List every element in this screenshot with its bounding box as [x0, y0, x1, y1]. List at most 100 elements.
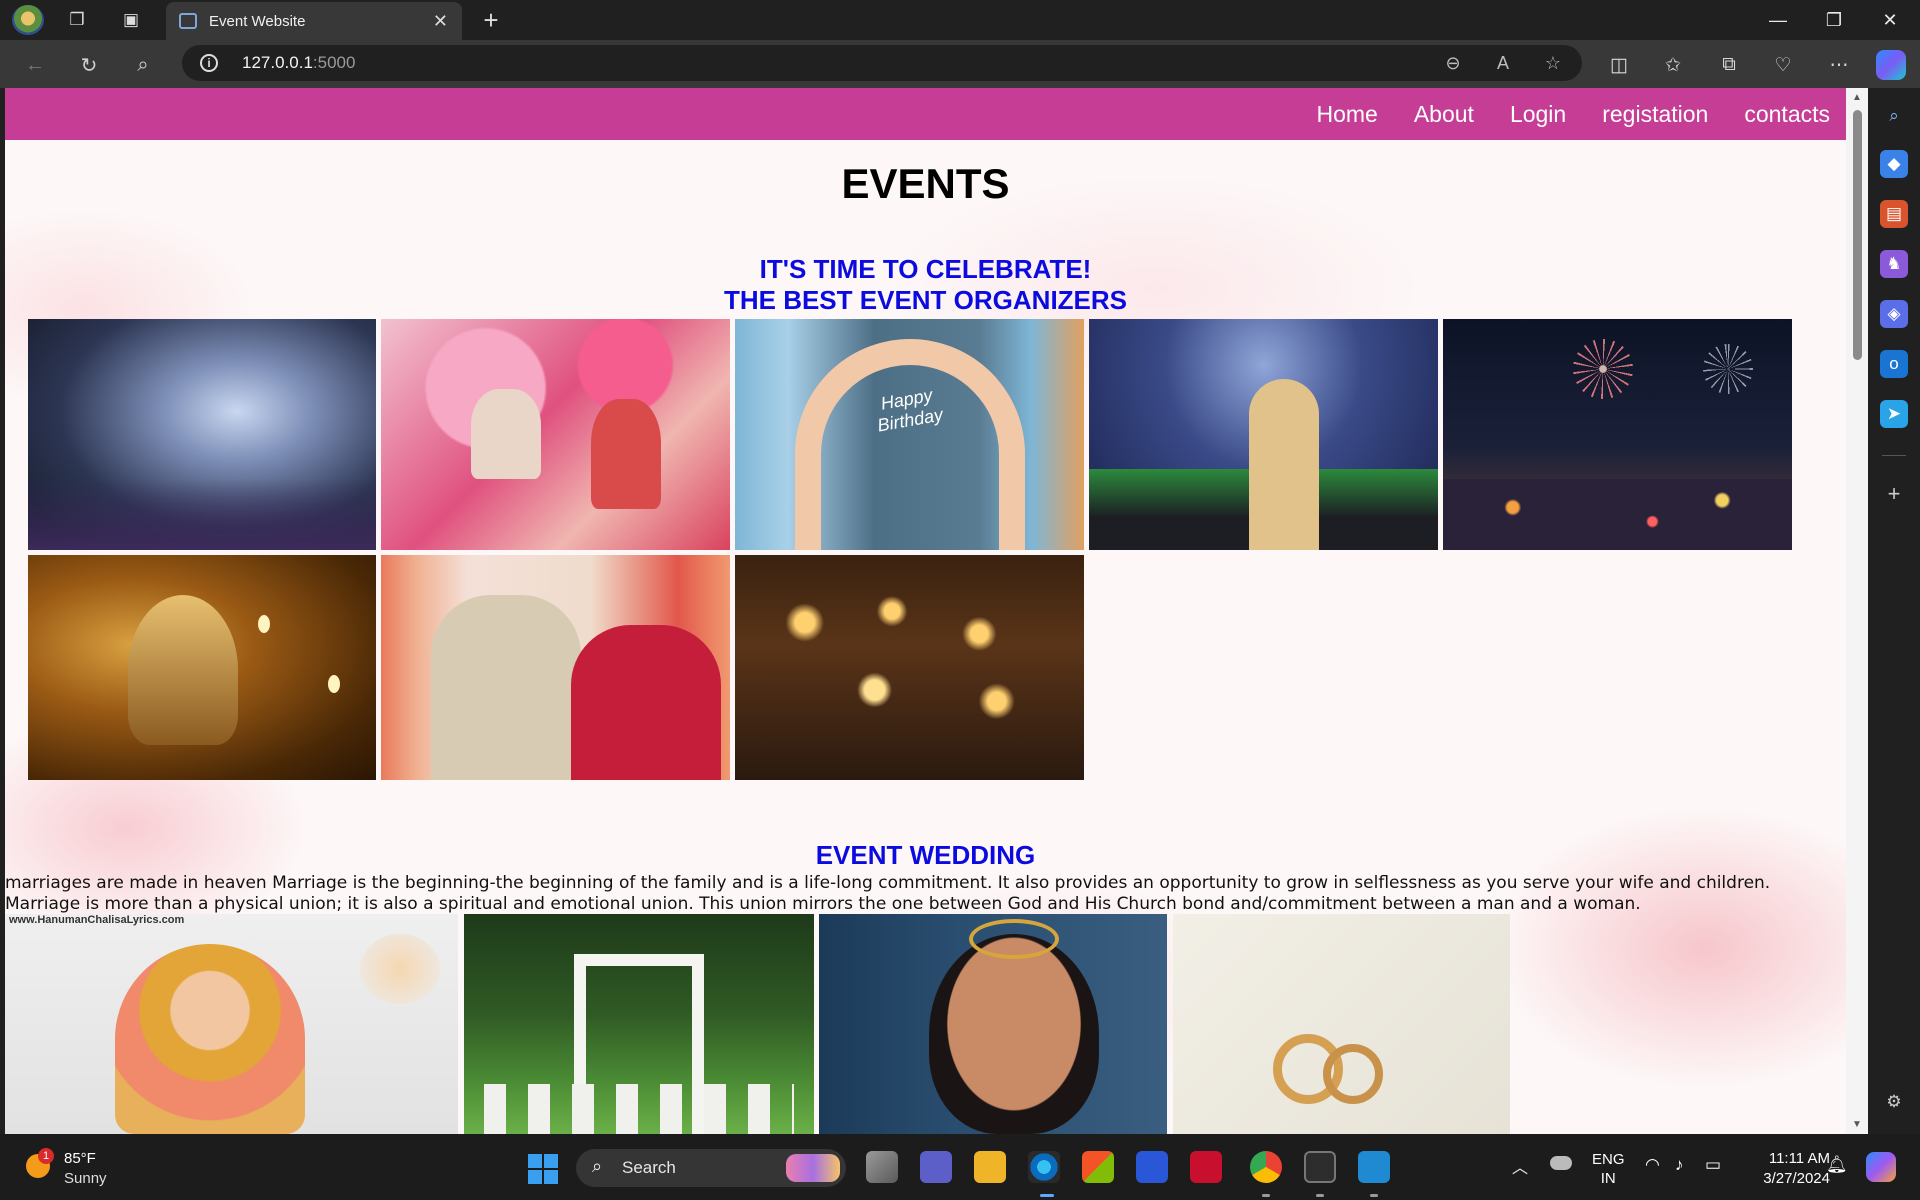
weather-condition[interactable]: Sunny: [64, 1170, 107, 1187]
vscode-icon[interactable]: [1358, 1151, 1390, 1183]
tab-actions-icon[interactable]: ▣: [116, 6, 146, 34]
browser-essentials-icon[interactable]: ♡: [1768, 50, 1798, 80]
page-favicon-icon: [179, 13, 197, 29]
garden-wedding-arch-photo: [464, 914, 814, 1134]
terminal-icon[interactable]: [1304, 1151, 1336, 1183]
shopping-icon[interactable]: ◆: [1880, 150, 1908, 178]
browser-toolbar: ← ↻ ⌕ i 127.0.0.1:5000 ⊖ A ☆ ◫ ✩ ⧉ ♡ ⋯: [0, 40, 1920, 88]
favorite-star-icon[interactable]: ☆: [1540, 50, 1566, 76]
clock-time: 11:11 AM: [1768, 1150, 1830, 1167]
wedding-flower-shower-photo: [381, 319, 730, 550]
city-fireworks-photo: [1443, 319, 1792, 550]
favorites-icon[interactable]: ✩: [1658, 50, 1688, 80]
search-highlight-icon: [786, 1154, 840, 1182]
more-icon[interactable]: ⋯: [1824, 50, 1854, 80]
drop-icon[interactable]: ➤: [1880, 400, 1908, 428]
scroll-down-icon[interactable]: ▼: [1852, 1119, 1862, 1130]
copilot-icon[interactable]: [1876, 50, 1906, 80]
minimize-icon[interactable]: —: [1750, 0, 1806, 40]
wifi-icon[interactable]: ◠: [1645, 1155, 1660, 1175]
region-code: IN: [1600, 1170, 1616, 1187]
url-text[interactable]: 127.0.0.1:5000: [242, 53, 355, 73]
address-bar[interactable]: i 127.0.0.1:5000 ⊖ A ☆: [182, 45, 1582, 81]
vscode-running-indicator: [1370, 1194, 1378, 1197]
stadium-celebration-photo: [1089, 319, 1438, 550]
file-explorer-icon[interactable]: [974, 1151, 1006, 1183]
site-info-icon[interactable]: i: [200, 54, 218, 72]
search-icon[interactable]: ⌕: [1880, 102, 1908, 130]
refresh-icon[interactable]: ↻: [74, 50, 104, 80]
task-view-icon[interactable]: [866, 1151, 898, 1183]
onedrive-icon[interactable]: [1550, 1156, 1572, 1170]
power-automate-icon[interactable]: [1136, 1151, 1168, 1183]
active-tab[interactable]: Event Website ✕: [166, 2, 462, 40]
url-port: :5000: [312, 53, 356, 72]
diwali-diyas-photo: [735, 555, 1084, 780]
close-icon[interactable]: ✕: [1862, 0, 1918, 40]
weather-temperature[interactable]: 85°F: [64, 1150, 96, 1167]
wedding-rings-calendar-photo: [1173, 914, 1510, 1134]
windows-start-icon[interactable]: [528, 1154, 558, 1184]
site-navbar: Home About Login registation contacts: [5, 88, 1846, 140]
outlook-icon[interactable]: o: [1880, 350, 1908, 378]
copilot-taskbar-icon[interactable]: [1866, 1152, 1896, 1182]
back-icon[interactable]: ←: [20, 50, 50, 80]
profile-avatar[interactable]: [12, 5, 44, 35]
collections-icon[interactable]: ⧉: [1714, 50, 1744, 80]
bridal-makeup-photo: [819, 914, 1167, 1134]
weather-badge: 1: [38, 1148, 54, 1164]
nav-contacts[interactable]: contacts: [1744, 101, 1830, 128]
nav-login[interactable]: Login: [1510, 101, 1566, 128]
teams-icon[interactable]: [920, 1151, 952, 1183]
battery-icon[interactable]: ▭: [1705, 1155, 1721, 1175]
workspaces-icon[interactable]: ❒: [62, 6, 92, 34]
page-scrollbar[interactable]: ▲ ▼: [1846, 88, 1868, 1134]
show-hidden-icons-chevron-icon[interactable]: ︿: [1512, 1154, 1528, 1178]
page-title: EVENTS: [841, 160, 1010, 207]
read-aloud-icon[interactable]: A: [1490, 50, 1516, 76]
language-indicator[interactable]: ENG IN: [1592, 1150, 1625, 1188]
url-host: 127.0.0.1: [242, 53, 313, 72]
mcafee-icon[interactable]: [1190, 1151, 1222, 1183]
store-icon[interactable]: [1082, 1151, 1114, 1183]
chrome-running-indicator: [1262, 1194, 1270, 1197]
restore-icon[interactable]: ❐: [1806, 0, 1862, 40]
edge-sidebar: ⌕ ◆ ▤ ♞ ◈ o ➤ + ⚙: [1868, 88, 1920, 1134]
microsoft-365-icon[interactable]: ◈: [1880, 300, 1908, 328]
taskbar-clock[interactable]: 11:11 AM 3/27/2024: [1740, 1149, 1830, 1189]
clock-date: 3/27/2024: [1763, 1170, 1830, 1187]
image-watermark: www.HanumanChalisaLyrics.com: [9, 914, 185, 926]
tools-icon[interactable]: ▤: [1880, 200, 1908, 228]
nav-registration[interactable]: registation: [1602, 101, 1708, 128]
search-label: Search: [622, 1158, 676, 1177]
chrome-icon[interactable]: [1250, 1151, 1282, 1183]
windows-taskbar: 1 85°F Sunny ⌕ Search ︿ ENG IN ◠ ♪ ▭ 11:…: [0, 1134, 1920, 1200]
surprise-gift-couple-photo: [381, 555, 730, 780]
nav-about[interactable]: About: [1414, 101, 1474, 128]
sidebar-divider: [1882, 455, 1906, 456]
taskbar-search[interactable]: ⌕ Search: [576, 1149, 846, 1187]
page-viewport: Home About Login registation contacts EV…: [5, 88, 1846, 1134]
tagline-celebrate: IT'S TIME TO CELEBRATE!: [759, 254, 1092, 284]
edge-icon[interactable]: [1028, 1151, 1060, 1183]
new-tab-icon[interactable]: +: [476, 5, 506, 35]
tab-close-icon[interactable]: ✕: [433, 11, 448, 32]
zoom-out-icon[interactable]: ⊖: [1440, 50, 1466, 76]
scroll-thumb[interactable]: [1853, 110, 1862, 360]
scroll-up-icon[interactable]: ▲: [1852, 92, 1862, 103]
volume-icon[interactable]: ♪: [1675, 1155, 1684, 1175]
games-icon[interactable]: ♞: [1880, 250, 1908, 278]
nav-home[interactable]: Home: [1316, 101, 1377, 128]
browser-title-bar: ❒ ▣ Event Website ✕ + — ❐ ✕: [0, 0, 1920, 40]
wedding-section-title: EVENT WEDDING: [815, 840, 1036, 870]
search-icon: ⌕: [592, 1156, 603, 1176]
edge-active-indicator: [1040, 1194, 1054, 1197]
notifications-bell-icon[interactable]: 🔔︎: [1826, 1155, 1848, 1175]
hanuman-artwork-photo: www.HanumanChalisaLyrics.com: [5, 914, 458, 1134]
tab-title: Event Website: [209, 12, 306, 30]
add-icon[interactable]: +: [1880, 480, 1908, 508]
split-screen-icon[interactable]: ◫: [1604, 50, 1634, 80]
language-code: ENG: [1592, 1151, 1625, 1168]
settings-icon[interactable]: ⚙: [1880, 1088, 1908, 1116]
search-icon[interactable]: ⌕: [128, 50, 158, 80]
